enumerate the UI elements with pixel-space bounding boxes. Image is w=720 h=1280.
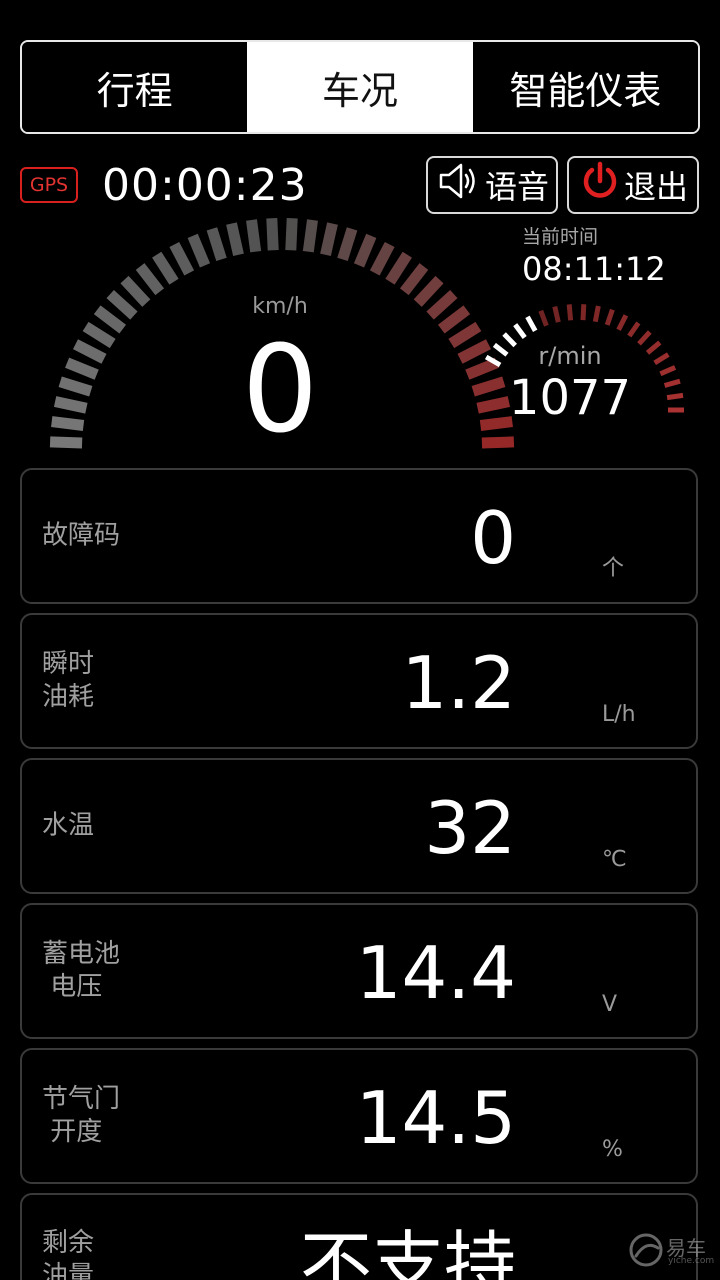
card-value: 不支持 (299, 1223, 516, 1280)
card-instant-fuel[interactable]: 瞬时 油耗 1.2 L/h (20, 613, 698, 749)
card-value: 0 (470, 496, 516, 580)
gauge-tick (226, 222, 244, 257)
gauge-tick (653, 352, 670, 366)
gauge-tick (337, 227, 358, 262)
card-value: 14.5 (355, 1076, 516, 1160)
card-fuel-remaining[interactable]: 剩余 油量 不支持 (20, 1193, 698, 1280)
gauge-tick (399, 263, 429, 296)
card-fault-code[interactable]: 故障码 0 个 (20, 468, 698, 604)
gauge-tick (513, 323, 527, 339)
gauge-tick (580, 304, 587, 321)
gauge-tick (369, 241, 395, 276)
card-label: 瞬时 油耗 (42, 649, 95, 712)
gauge-tick (552, 306, 561, 323)
gauge-tick (465, 357, 499, 380)
card-label: 节气门 开度 (42, 1084, 121, 1147)
gauge-tick (135, 263, 165, 296)
gauge-tick (525, 315, 538, 333)
gauge-tick (385, 251, 412, 285)
gauge-tick (616, 314, 629, 331)
card-label: 剩余 油量 (42, 1228, 95, 1280)
gauge-tick (627, 321, 641, 338)
card-value: 1.2 (401, 641, 516, 725)
card-value: 32 (424, 786, 516, 870)
gauge-tick (426, 290, 458, 320)
rpm-unit: r/min (538, 342, 602, 370)
gauge-tick (206, 227, 227, 262)
gauge-tick (666, 392, 684, 401)
gauge-tick (592, 305, 601, 323)
gauge-tick (187, 233, 211, 268)
speed-unit: km/h (252, 294, 308, 319)
gauge-tick (437, 305, 471, 334)
gauge-tick (645, 340, 662, 355)
gauge-tick (566, 304, 574, 321)
card-throttle-opening[interactable]: 节气门 开度 14.5 % (20, 1048, 698, 1184)
yiche-watermark: 易车 yiche.com (626, 1230, 718, 1270)
gauge-tick (106, 290, 138, 320)
card-unit: V (602, 992, 618, 1017)
gauge-tick (152, 251, 179, 285)
card-label: 水温 (42, 810, 95, 841)
gauge-tick (481, 436, 515, 449)
gauge-tick (58, 376, 93, 397)
gauge-tick (659, 365, 677, 377)
rpm-value: 1077 (508, 370, 632, 426)
gauge-tick (413, 275, 444, 307)
gauge-tick (246, 219, 262, 253)
card-unit: % (602, 1137, 623, 1162)
card-unit: 个 (602, 556, 625, 581)
gauge-tick (637, 330, 652, 346)
gauge-tick (285, 217, 298, 251)
gauge-tick (320, 222, 338, 257)
gauge-tick (448, 321, 482, 349)
gauge-tick (266, 217, 279, 251)
gauge-tick (604, 308, 615, 326)
gauge-tick (538, 309, 549, 327)
gauge-tick (663, 378, 681, 388)
watermark-subtext: yiche.com (668, 1256, 715, 1266)
card-label: 蓄电池 电压 (42, 939, 121, 1002)
speed-value: 0 (241, 321, 319, 460)
gauge-tick (93, 305, 127, 334)
card-label: 故障码 (42, 520, 121, 551)
gauge-tick (51, 416, 85, 431)
dashboard-screen: 行程 车况 智能仪表 GPS 00:00:23 语音 退出 当前时间 08:11… (0, 0, 720, 1280)
gauge-tick (492, 342, 509, 357)
gauge-tick (169, 241, 195, 276)
gauge-tick (49, 436, 83, 449)
card-unit: ℃ (602, 847, 627, 872)
gauge-tick (120, 275, 151, 307)
gauge-tick (65, 357, 99, 380)
gauge-tick (82, 321, 116, 349)
gauge-tick (72, 339, 107, 364)
gauge-tick (457, 339, 492, 364)
card-battery-voltage[interactable]: 蓄电池 电压 14.4 V (20, 903, 698, 1039)
gauge-tick (353, 233, 377, 268)
gauge-tick (302, 219, 318, 253)
gauge-tick (53, 396, 88, 414)
card-unit: L/h (602, 702, 636, 727)
card-value: 14.4 (355, 931, 516, 1015)
yiche-logo-icon (629, 1233, 663, 1267)
card-water-temp[interactable]: 水温 32 ℃ (20, 758, 698, 894)
